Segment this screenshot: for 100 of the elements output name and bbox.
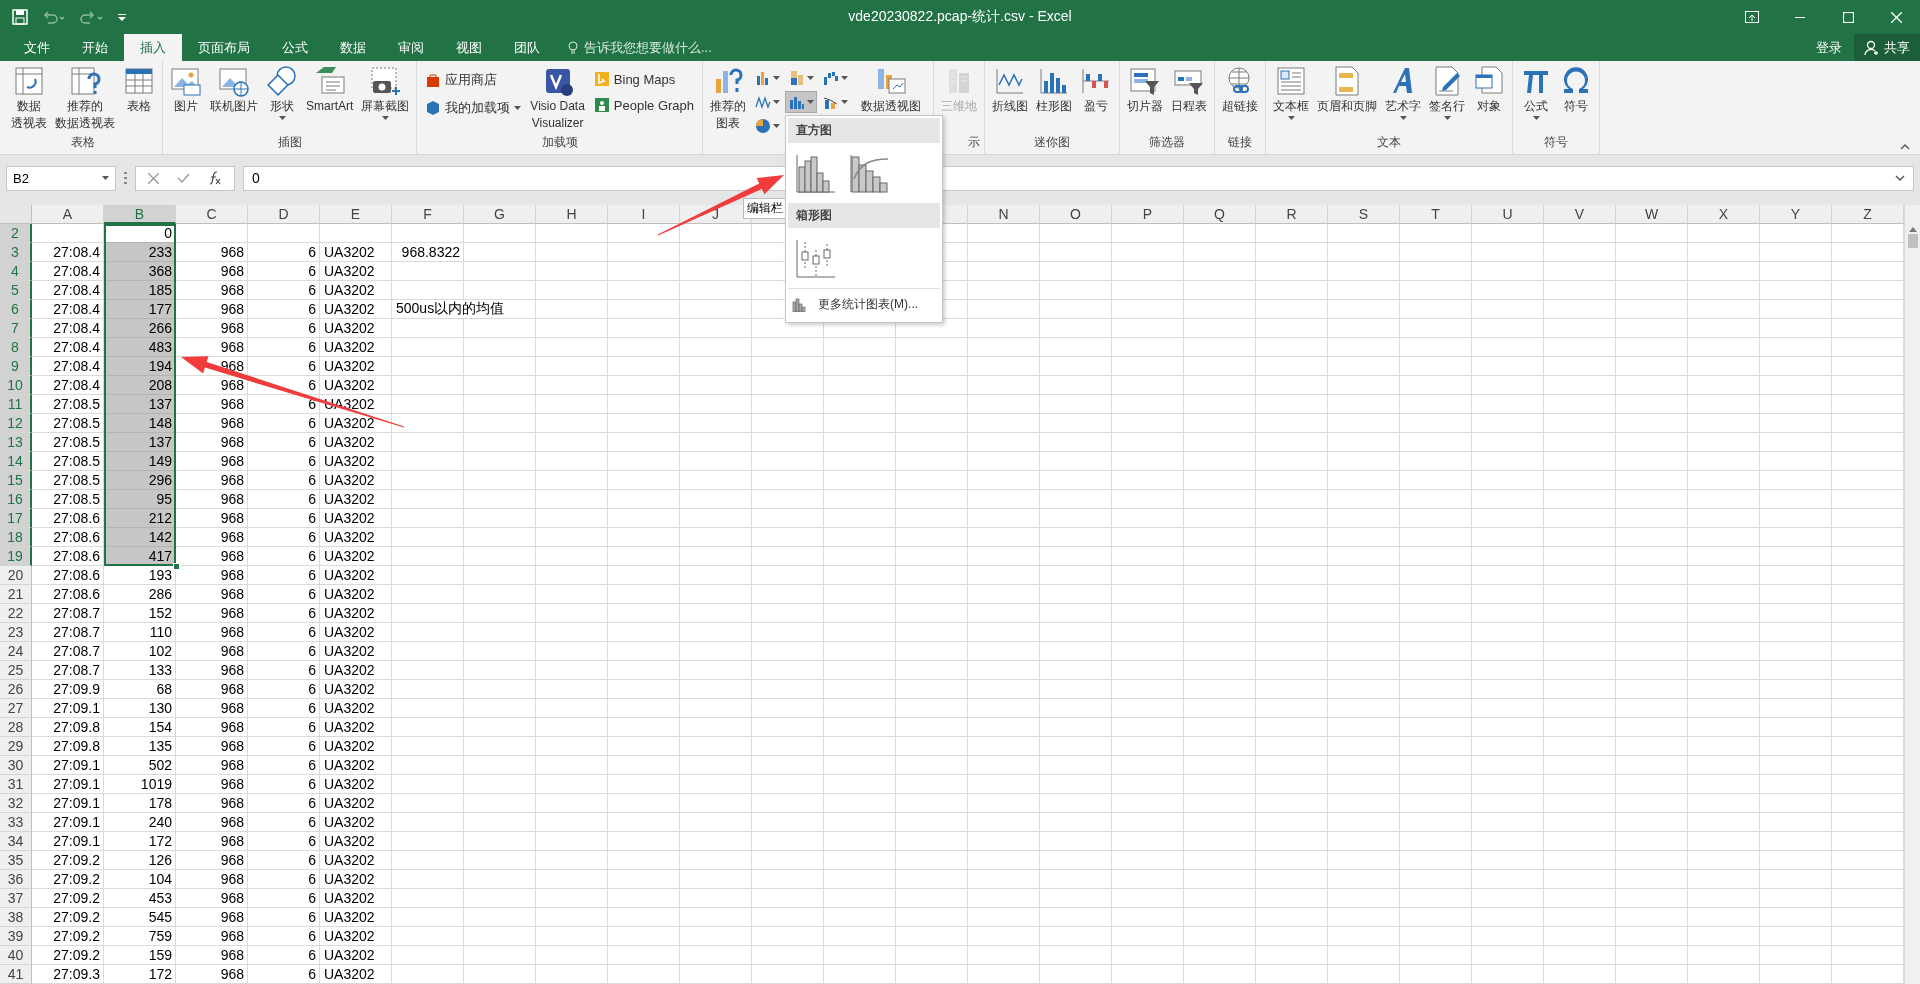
row-header[interactable]: 16 <box>0 490 32 509</box>
ribbon-button[interactable]: SmartArt <box>303 63 357 116</box>
ribbon-tab[interactable]: 插入 <box>124 34 182 61</box>
row-header[interactable]: 27 <box>0 699 32 718</box>
ribbon-button[interactable]: 柱形图 <box>1033 63 1076 116</box>
ribbon-button[interactable]: 表格 <box>120 63 158 116</box>
row-header[interactable]: 33 <box>0 813 32 832</box>
ribbon-tab[interactable]: 数据 <box>324 34 382 61</box>
row-header[interactable]: 18 <box>0 528 32 547</box>
row-header[interactable]: 39 <box>0 927 32 946</box>
row-header[interactable]: 10 <box>0 376 32 395</box>
ribbon-button[interactable]: 符号 <box>1557 63 1596 116</box>
table-cell-text: 135 <box>147 737 173 756</box>
ribbon-tab[interactable]: 视图 <box>440 34 498 61</box>
ribbon-button[interactable]: 超链接 <box>1219 63 1262 116</box>
ribbon-tab[interactable]: 开始 <box>66 34 124 61</box>
ribbon-button[interactable]: 艺术字 <box>1382 63 1425 122</box>
row-header[interactable]: 34 <box>0 832 32 851</box>
ribbon-button[interactable]: 图片 <box>167 63 205 116</box>
row-header[interactable]: 5 <box>0 281 32 300</box>
row-header[interactable]: 19 <box>0 547 32 566</box>
sign-in-link[interactable]: 登录 <box>1804 38 1854 57</box>
row-header[interactable]: 20 <box>0 566 32 585</box>
ribbon-button[interactable]: 数据透视图 <box>853 63 930 116</box>
ribbon-button[interactable]: Visio Data Visualizer <box>527 63 588 133</box>
ribbon-button[interactable]: 推荐的 数据透视表 <box>52 63 118 133</box>
ribbon-button[interactable]: 签名行 <box>1426 63 1469 122</box>
ribbon-button[interactable]: 推荐的 图表 <box>707 63 750 133</box>
ribbon-tab[interactable]: 公式 <box>266 34 324 61</box>
ribbon-button[interactable]: 盈亏 <box>1077 63 1116 116</box>
row-header[interactable]: 40 <box>0 946 32 965</box>
row-header[interactable]: 37 <box>0 889 32 908</box>
row-header[interactable]: 36 <box>0 870 32 889</box>
ribbon-button[interactable]: People Graph <box>589 95 699 115</box>
row-header[interactable]: 6 <box>0 300 32 319</box>
row-header[interactable]: 28 <box>0 718 32 737</box>
formula-field[interactable]: 0 <box>243 165 1914 191</box>
tooltip: 编辑栏 <box>743 198 788 219</box>
ribbon-button[interactable]: 数据 透视表 <box>8 63 50 133</box>
row-header[interactable]: 35 <box>0 851 32 870</box>
ribbon-button[interactable]: 联机图片 <box>207 63 261 116</box>
column-header[interactable]: B <box>104 205 176 224</box>
ribbon-button[interactable]: 切片器 <box>1124 63 1167 116</box>
row-header[interactable]: 8 <box>0 338 32 357</box>
ribbon-button[interactable]: 文本框 <box>1270 63 1313 122</box>
row-header[interactable]: 32 <box>0 794 32 813</box>
name-box[interactable]: B2 <box>6 165 116 191</box>
row-header[interactable]: 23 <box>0 623 32 642</box>
row-header[interactable]: 13 <box>0 433 32 452</box>
table-cell-text: 27:09.2 <box>52 870 101 889</box>
row-header[interactable]: 3 <box>0 243 32 262</box>
ribbon-button[interactable]: 折线图 <box>989 63 1032 116</box>
row-header[interactable]: 22 <box>0 604 32 623</box>
fill-handle[interactable] <box>173 563 180 570</box>
row-header[interactable]: 12 <box>0 414 32 433</box>
ribbon-tab[interactable]: 团队 <box>498 34 556 61</box>
table-cell-text: 6 <box>307 338 317 357</box>
row-header[interactable]: 7 <box>0 319 32 338</box>
ribbon-button[interactable]: 形状 <box>263 63 301 122</box>
row-header[interactable]: 29 <box>0 737 32 756</box>
share-button[interactable]: 共享 <box>1854 34 1920 61</box>
chart-option[interactable] <box>796 153 837 193</box>
ribbon-button[interactable]: 公式 <box>1517 63 1556 122</box>
row-header[interactable]: 24 <box>0 642 32 661</box>
vertical-scrollbar[interactable] <box>1904 205 1920 984</box>
row-header[interactable]: 30 <box>0 756 32 775</box>
pie-chart-icon <box>754 118 771 134</box>
ribbon-button[interactable]: 我的加载项 <box>421 97 526 119</box>
row-header[interactable]: 41 <box>0 965 32 984</box>
table-cell-text: UA3202 <box>323 794 376 813</box>
row-header[interactable]: 11 <box>0 395 32 414</box>
row-header[interactable]: 25 <box>0 661 32 680</box>
ribbon-button[interactable]: 屏幕截图 <box>358 63 413 122</box>
ribbon-tab[interactable]: 页面布局 <box>182 34 266 61</box>
row-header[interactable]: 26 <box>0 680 32 699</box>
tell-me-field[interactable]: 告诉我您想要做什么... <box>582 39 762 56</box>
chart-option[interactable] <box>850 153 891 193</box>
ribbon-tab[interactable]: 文件 <box>8 34 66 61</box>
ribbon-button[interactable]: 应用商店 <box>421 69 526 91</box>
row-header[interactable]: 31 <box>0 775 32 794</box>
line-chart-icon <box>754 94 771 110</box>
row-header[interactable]: 2 <box>0 224 32 243</box>
row-header[interactable]: 17 <box>0 509 32 528</box>
ribbon-button[interactable]: 对象 <box>1470 63 1509 116</box>
ribbon-button[interactable]: 页眉和页脚 <box>1314 63 1381 116</box>
row-header[interactable]: 21 <box>0 585 32 604</box>
ribbon-tab[interactable]: 审阅 <box>382 34 440 61</box>
more-charts-item[interactable]: 更多统计图表(M)... <box>788 288 941 320</box>
expand-icon <box>1895 175 1905 181</box>
ribbon-button[interactable]: 日程表 <box>1168 63 1211 116</box>
selected-cell: 137 <box>104 395 176 414</box>
row-header[interactable]: 9 <box>0 357 32 376</box>
scrollbar-thumb[interactable] <box>1907 234 1918 248</box>
row-header[interactable]: 38 <box>0 908 32 927</box>
row-header[interactable]: 14 <box>0 452 32 471</box>
row-header[interactable]: 4 <box>0 262 32 281</box>
row-header[interactable]: 15 <box>0 471 32 490</box>
chart-type-button[interactable] <box>785 91 818 113</box>
ribbon-button[interactable]: Bing Maps <box>589 69 699 89</box>
table-cell-text: 6 <box>307 281 317 300</box>
